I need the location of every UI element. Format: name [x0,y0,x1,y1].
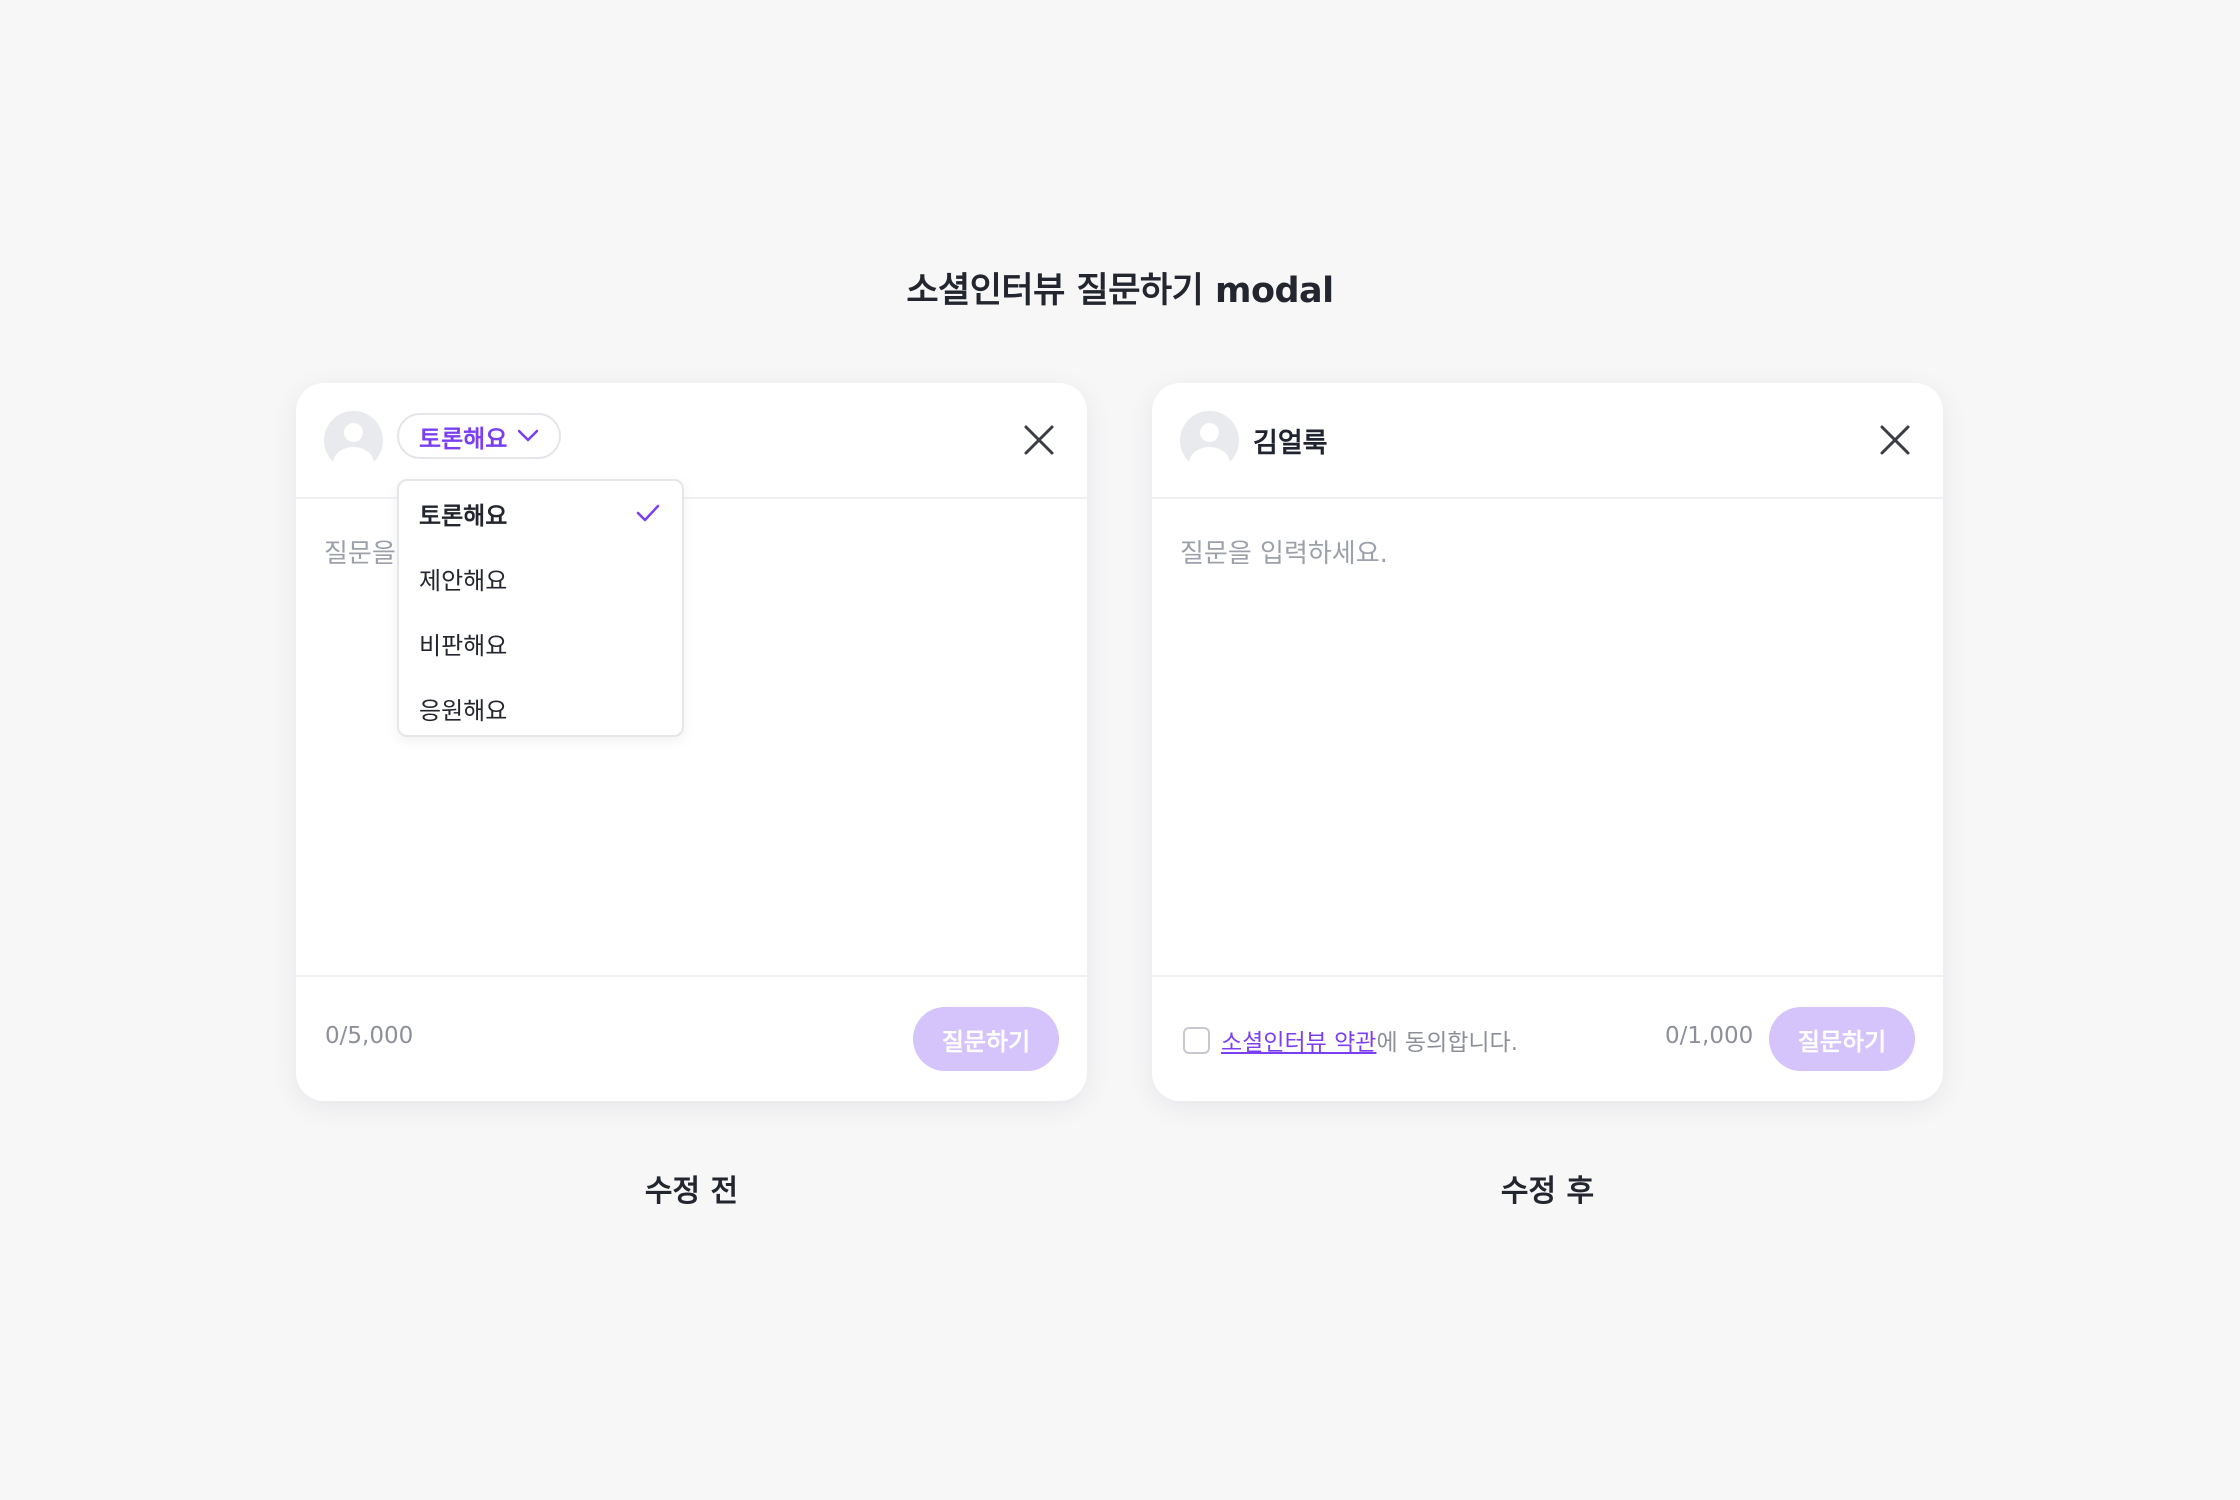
question-modal-after: 김얼룩 질문을 입력하세요. 소셜인터뷰 약관에 동의합니다. 0/1,000 … [1152,383,1943,1101]
avatar-head [1200,423,1219,442]
terms-checkbox[interactable] [1183,1026,1210,1054]
username: 김얼룩 [1253,428,1328,459]
dropdown-option-label: 비판해요 [419,632,508,660]
avatar-body [333,447,374,470]
close-icon[interactable] [1019,420,1059,460]
caption-before: 수정 전 [644,1174,739,1209]
modal-footer: 소셜인터뷰 약관에 동의합니다. 0/1,000 질문하기 [1152,975,1943,1101]
dropdown-option-label: 토론해요 [419,502,508,530]
submit-question-button[interactable]: 질문하기 [913,1007,1059,1071]
terms-suffix: 에 동의합니다. [1376,1030,1519,1056]
terms-agreement: 소셜인터뷰 약관에 동의합니다. [1183,1023,1518,1057]
close-icon[interactable] [1875,420,1915,460]
dropdown-option-label: 응원해요 [419,697,508,725]
avatar-body [1189,447,1230,470]
dropdown-option-cheer[interactable]: 응원해요 [399,676,682,741]
question-type-dropdown: 토론해요 제안해요 비판해요 응원해요 [397,479,684,737]
avatar-head [344,423,363,442]
dropdown-option-discuss[interactable]: 토론해요 [399,481,682,546]
submit-question-button[interactable]: 질문하기 [1769,1007,1915,1071]
char-counter: 0/5,000 [325,1023,414,1049]
chevron-down-icon [518,429,539,442]
modal-header: 김얼룩 [1152,383,1943,499]
question-textarea[interactable]: 질문을 [324,533,396,570]
terms-link[interactable]: 소셜인터뷰 약관 [1221,1030,1376,1056]
dropdown-option-criticize[interactable]: 비판해요 [399,611,682,676]
caption-after: 수정 후 [1500,1174,1595,1209]
check-icon [636,504,660,522]
dropdown-option-suggest[interactable]: 제안해요 [399,546,682,611]
question-type-selected: 토론해요 [419,424,508,453]
question-modal-before: 토론해요 질문을 토론해요 제안해요 비판해요 응원해요 0/5,000 질문하… [296,383,1087,1101]
question-type-select[interactable]: 토론해요 [397,413,562,459]
char-counter: 0/1,000 [1665,1023,1754,1049]
avatar [324,411,383,470]
page-title: 소셜인터뷰 질문하기 modal [906,271,1334,311]
terms-text: 소셜인터뷰 약관에 동의합니다. [1221,1023,1518,1057]
avatar [1180,411,1239,470]
modal-footer: 0/5,000 질문하기 [296,975,1087,1101]
question-textarea[interactable]: 질문을 입력하세요. [1180,533,1388,570]
dropdown-option-label: 제안해요 [419,567,508,595]
